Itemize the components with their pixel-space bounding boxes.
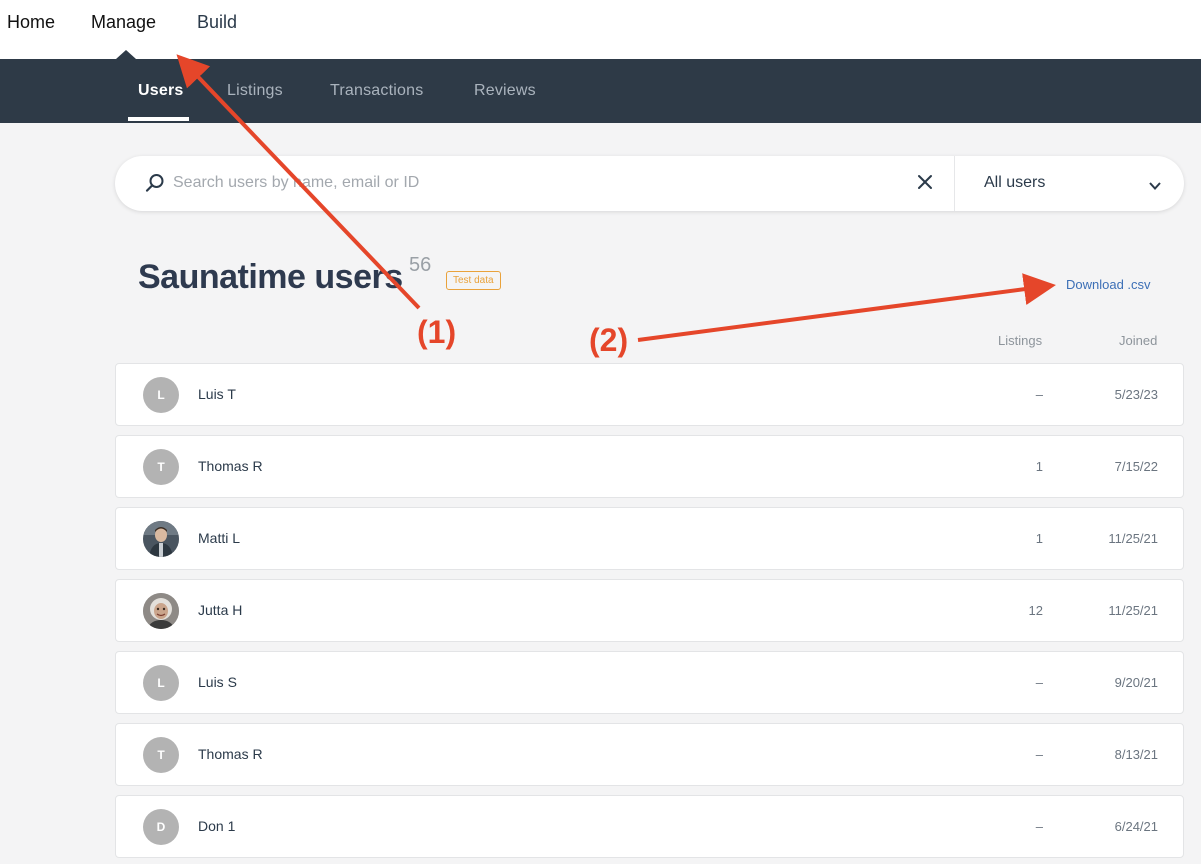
close-icon[interactable] bbox=[915, 172, 935, 192]
chevron-down-icon[interactable] bbox=[1148, 179, 1162, 193]
user-filter-select[interactable]: All users bbox=[984, 174, 1045, 192]
avatar-photo bbox=[143, 593, 179, 629]
annotation-label-1: (1) bbox=[417, 314, 457, 350]
joined-date: 11/25/21 bbox=[1108, 531, 1158, 546]
listings-count: – bbox=[1035, 387, 1043, 402]
table-row[interactable]: Matti L 1 11/25/21 bbox=[115, 507, 1184, 570]
annotation-label-2: (2) bbox=[589, 322, 629, 358]
user-name: Luis S bbox=[198, 674, 237, 690]
listings-count: – bbox=[1035, 675, 1043, 690]
user-name: Thomas R bbox=[198, 746, 263, 762]
search-input[interactable]: Search users by name, email or ID bbox=[173, 174, 419, 192]
listings-count: 1 bbox=[1035, 459, 1043, 474]
column-header-listings: Listings bbox=[998, 333, 1043, 348]
download-csv-link[interactable]: Download .csv bbox=[1066, 277, 1151, 292]
avatar: T bbox=[143, 449, 179, 485]
joined-date: 6/24/21 bbox=[1114, 819, 1158, 834]
table-row[interactable]: T Thomas R – 8/13/21 bbox=[115, 723, 1184, 786]
active-tab-indicator bbox=[128, 117, 189, 121]
tab-transactions[interactable]: Transactions bbox=[330, 82, 423, 100]
user-name: Don 1 bbox=[198, 818, 236, 834]
user-name: Jutta H bbox=[198, 602, 243, 618]
column-header-joined: Joined bbox=[1119, 333, 1158, 348]
search-icon bbox=[145, 173, 165, 193]
tab-reviews[interactable]: Reviews bbox=[474, 82, 536, 100]
joined-date: 11/25/21 bbox=[1108, 603, 1158, 618]
table-row[interactable]: Jutta H 12 11/25/21 bbox=[115, 579, 1184, 642]
user-name: Luis T bbox=[198, 386, 236, 402]
search-divider bbox=[954, 156, 955, 211]
tab-listings[interactable]: Listings bbox=[227, 82, 283, 100]
user-count: 56 bbox=[409, 254, 432, 276]
joined-date: 7/15/22 bbox=[1114, 459, 1158, 474]
nav-build[interactable]: Build bbox=[197, 12, 237, 33]
joined-date: 5/23/23 bbox=[1114, 387, 1158, 402]
listings-count: 12 bbox=[1028, 603, 1043, 618]
joined-date: 8/13/21 bbox=[1114, 747, 1158, 762]
user-name: Thomas R bbox=[198, 458, 263, 474]
top-nav: Home Manage Build bbox=[0, 0, 1201, 59]
table-row[interactable]: D Don 1 – 6/24/21 bbox=[115, 795, 1184, 858]
tab-users[interactable]: Users bbox=[138, 82, 183, 100]
joined-date: 9/20/21 bbox=[1114, 675, 1158, 690]
arrow-2 bbox=[637, 273, 1056, 342]
avatar: L bbox=[143, 377, 179, 413]
avatar: L bbox=[143, 665, 179, 701]
sub-nav: Users Listings Transactions Reviews bbox=[0, 59, 1201, 123]
table-row[interactable]: L Luis S – 9/20/21 bbox=[115, 651, 1184, 714]
avatar: T bbox=[143, 737, 179, 773]
page-title: Saunatime users bbox=[138, 258, 403, 296]
listings-count: 1 bbox=[1035, 531, 1043, 546]
nav-home[interactable]: Home bbox=[7, 12, 55, 33]
user-name: Matti L bbox=[198, 530, 241, 546]
table-row[interactable]: T Thomas R 1 7/15/22 bbox=[115, 435, 1184, 498]
search-bar: Search users by name, email or ID All us… bbox=[115, 156, 1184, 211]
listings-count: – bbox=[1035, 819, 1043, 834]
table-row[interactable]: L Luis T – 5/23/23 bbox=[115, 363, 1184, 426]
test-data-badge: Test data bbox=[446, 271, 501, 290]
avatar: D bbox=[143, 809, 179, 845]
avatar-photo bbox=[143, 521, 179, 557]
nav-manage[interactable]: Manage bbox=[91, 12, 156, 33]
listings-count: – bbox=[1035, 747, 1043, 762]
active-nav-caret bbox=[116, 50, 136, 59]
